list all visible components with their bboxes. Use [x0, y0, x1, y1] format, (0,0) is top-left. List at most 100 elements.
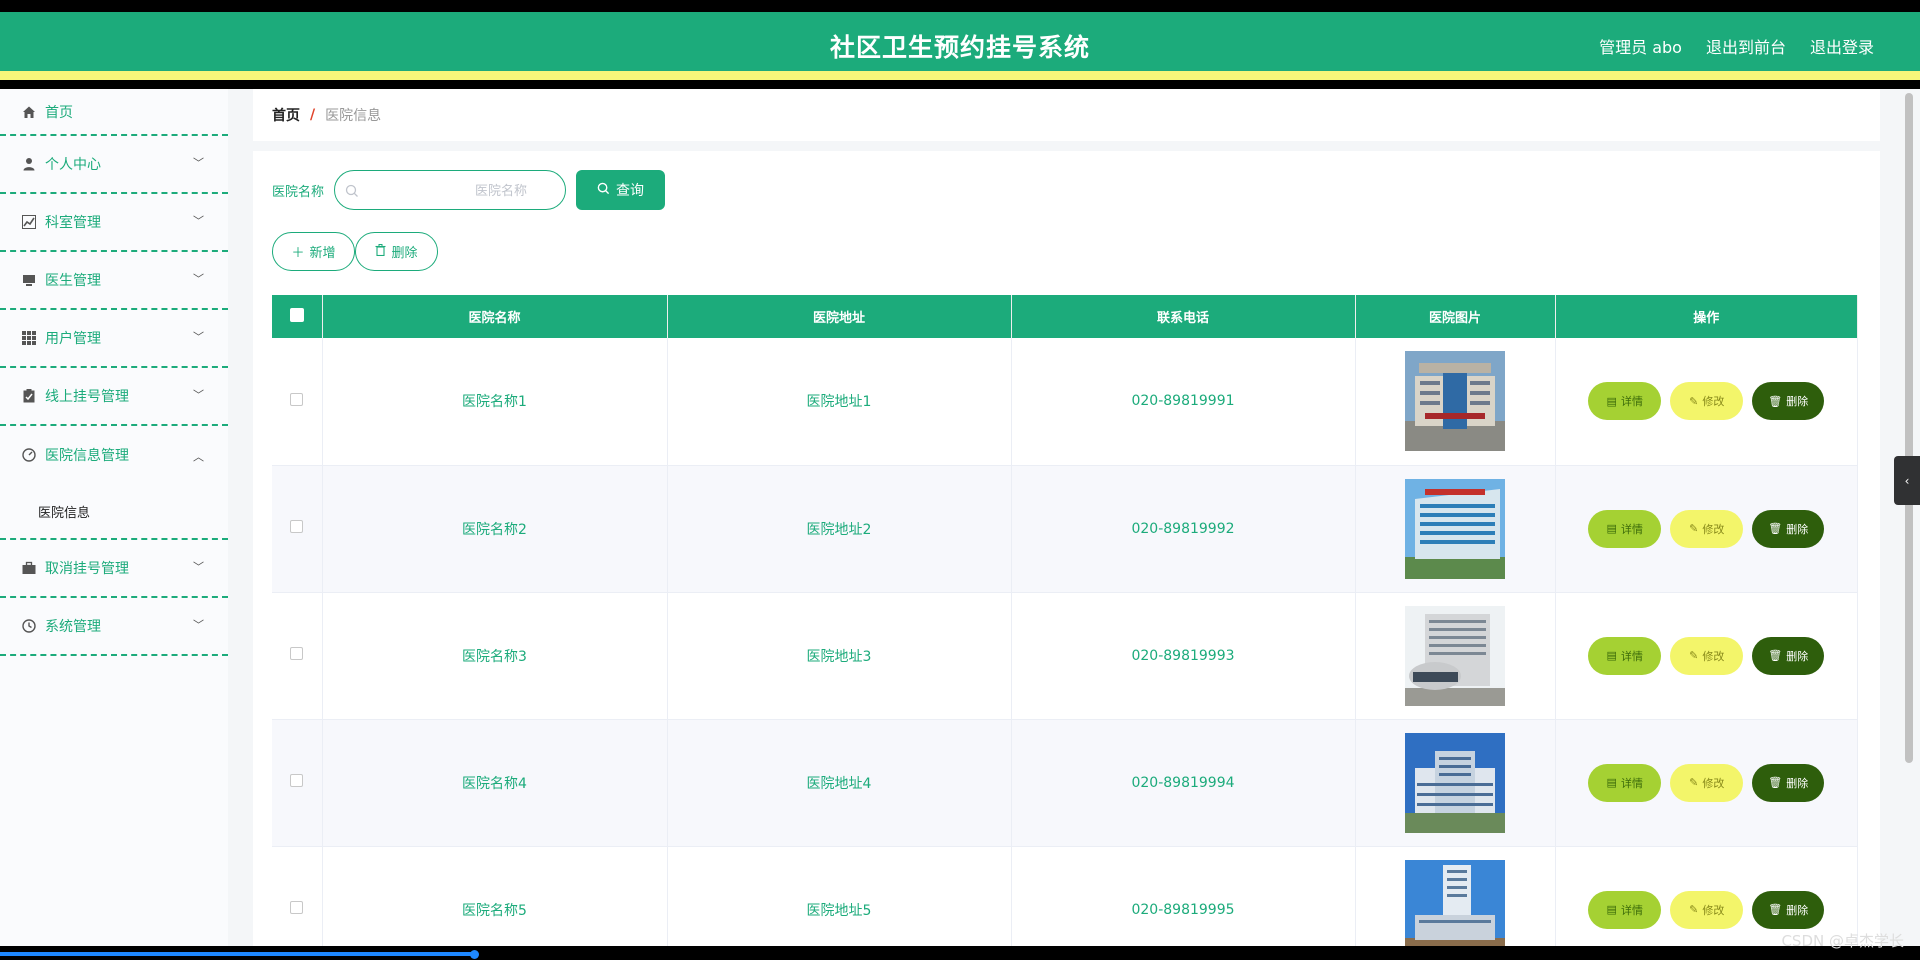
breadcrumb: 首页 / 医院信息 [253, 89, 1880, 141]
document-icon: ▤ [1606, 776, 1617, 789]
sidebar-item-hospital-info[interactable]: 医院信息管理 ﹀ [0, 426, 228, 484]
search-input-wrapper [334, 170, 567, 210]
sidebar-item-department[interactable]: 科室管理 ﹀ [0, 194, 228, 252]
trash-icon: 🗑 [1768, 776, 1783, 789]
gauge-icon [22, 448, 36, 462]
user-icon [22, 157, 36, 171]
edit-button[interactable]: ✎ 修改 [1670, 636, 1744, 675]
hospital-phone-cell: 020-89819995 [1011, 846, 1356, 960]
add-button-label: 新增 [309, 246, 336, 261]
add-button[interactable]: ＋ 新增 [272, 232, 355, 271]
detail-button[interactable]: ▤ 详情 [1588, 382, 1662, 421]
trash-icon: 🗑 [1768, 649, 1783, 662]
sidebar-item-label: 线上挂号管理 [45, 389, 129, 405]
query-button[interactable]: 查询 [576, 170, 666, 210]
batch-delete-button[interactable]: 删除 [355, 232, 438, 271]
edit-button-label: 修改 [1702, 903, 1725, 917]
column-header: 联系电话 [1011, 295, 1356, 338]
edit-button[interactable]: ✎ 修改 [1670, 890, 1744, 929]
detail-button[interactable]: ▤ 详情 [1588, 636, 1662, 675]
trash-icon: 🗑 [1768, 522, 1783, 535]
edit-button[interactable]: ✎ 修改 [1670, 509, 1744, 548]
delete-button[interactable]: 🗑 删除 [1752, 763, 1825, 802]
search-form: 医院名称 查询 [272, 170, 666, 210]
delete-button[interactable]: 🗑 删除 [1752, 890, 1825, 929]
sidebar-item-label: 医院信息管理 [45, 448, 129, 464]
table-row: 医院名称3 医院地址3 020-89819993 ▤ 详情 ✎ 修改 🗑 删除 [272, 592, 1858, 720]
delete-button[interactable]: 🗑 删除 [1752, 382, 1825, 421]
clipboard-icon [22, 389, 36, 403]
video-progress-handle[interactable] [470, 950, 479, 959]
scrollbar-thumb[interactable] [1905, 93, 1913, 763]
content-panel: 医院名称 查询 ＋ 新增 删除 [253, 151, 1880, 960]
hospital-phone-cell: 020-89819993 [1011, 592, 1356, 720]
delete-button-label: 删除 [1786, 395, 1809, 409]
sidebar-item-user[interactable]: 用户管理 ﹀ [0, 310, 228, 368]
app-body: 首页 个人中心 ﹀ 科室管理 ﹀ 医生管理 ﹀ 用户管理 ﹀ 线上挂号管理 ﹀ [0, 89, 1920, 960]
page-scrollbar[interactable] [1905, 89, 1913, 946]
chart-icon [22, 215, 36, 229]
trash-icon: 🗑 [1768, 903, 1783, 916]
hospital-table: 医院名称 医院地址 联系电话 医院图片 操作 医院名称1 医院地址1 020-8… [272, 295, 1858, 960]
detail-button[interactable]: ▤ 详情 [1588, 509, 1662, 548]
table-header-row: 医院名称 医院地址 联系电话 医院图片 操作 [272, 295, 1858, 338]
edit-button-label: 修改 [1702, 776, 1725, 790]
search-label: 医院名称 [272, 184, 325, 200]
document-icon: ▤ [1606, 394, 1617, 408]
edit-button-label: 修改 [1702, 522, 1725, 536]
logout-link[interactable]: 退出登录 [1810, 34, 1874, 58]
hospital-address-cell: 医院地址5 [667, 846, 1012, 960]
column-header: 医院图片 [1355, 295, 1556, 338]
sidebar-item-online-registration[interactable]: 线上挂号管理 ﹀ [0, 368, 228, 426]
breadcrumb-home[interactable]: 首页 [272, 105, 300, 125]
sidebar-item-cancel-registration[interactable]: 取消挂号管理 ﹀ [0, 540, 228, 598]
edit-button[interactable]: ✎ 修改 [1670, 763, 1744, 802]
sidebar-item-personal-center[interactable]: 个人中心 ﹀ [0, 136, 228, 194]
chevron-left-icon: ‹ [1904, 473, 1910, 488]
row-checkbox[interactable] [290, 520, 304, 533]
pencil-icon: ✎ [1689, 649, 1699, 662]
sidebar-subitem-hospital-info[interactable]: 医院信息 [0, 484, 228, 540]
sidebar-item-doctor[interactable]: 医生管理 ﹀ [0, 252, 228, 310]
detail-button-label: 详情 [1620, 903, 1643, 917]
row-checkbox[interactable] [290, 774, 304, 787]
row-checkbox[interactable] [290, 901, 304, 914]
row-checkbox[interactable] [290, 392, 304, 406]
pencil-icon: ✎ [1689, 522, 1699, 535]
chevron-up-icon: ﹀ [193, 449, 204, 463]
monitor-icon [22, 273, 36, 287]
trash-icon: 🗑 [1768, 394, 1783, 408]
sidebar-item-label: 系统管理 [45, 619, 101, 635]
edit-button[interactable]: ✎ 修改 [1670, 382, 1744, 421]
briefcase-icon [22, 561, 36, 575]
chevron-down-icon: ﹀ [193, 156, 204, 170]
sidebar-item-system[interactable]: 系统管理 ﹀ [0, 598, 228, 656]
sidebar-item-label: 医生管理 [45, 273, 101, 289]
collapse-panel-handle[interactable]: ‹ [1894, 456, 1920, 505]
exit-to-front-link[interactable]: 退出到前台 [1706, 34, 1786, 58]
chevron-down-icon: ﹀ [193, 214, 204, 228]
sidebar-item-home[interactable]: 首页 [0, 89, 228, 136]
table-row: 医院名称1 医院地址1 020-89819991 ▤ 详情 ✎ 修改 🗑 删除 [272, 338, 1858, 466]
admin-user-label[interactable]: 管理员 abo [1599, 34, 1682, 58]
query-button-label: 查询 [616, 183, 645, 199]
hospital-name-search-input[interactable] [335, 171, 566, 209]
delete-button-label: 删除 [1786, 776, 1809, 790]
video-progress-bar[interactable] [0, 952, 476, 956]
detail-button-label: 详情 [1620, 395, 1643, 409]
trash-icon [375, 243, 386, 260]
delete-button[interactable]: 🗑 删除 [1752, 509, 1825, 548]
select-all-checkbox[interactable] [289, 307, 304, 322]
clock-icon [22, 619, 36, 633]
sidebar-item-label: 科室管理 [45, 215, 101, 231]
detail-button[interactable]: ▤ 详情 [1588, 890, 1662, 929]
hospital-address-cell: 医院地址1 [667, 338, 1012, 466]
delete-button[interactable]: 🗑 删除 [1752, 636, 1825, 675]
detail-button[interactable]: ▤ 详情 [1588, 763, 1662, 802]
document-icon: ▤ [1606, 649, 1617, 662]
chevron-down-icon: ﹀ [193, 618, 204, 632]
home-icon [22, 105, 36, 119]
edit-button-label: 修改 [1702, 649, 1725, 663]
app-header: 社区卫生预约挂号系统 管理员 abo 退出到前台 退出登录 [0, 12, 1920, 80]
row-checkbox[interactable] [290, 647, 304, 660]
